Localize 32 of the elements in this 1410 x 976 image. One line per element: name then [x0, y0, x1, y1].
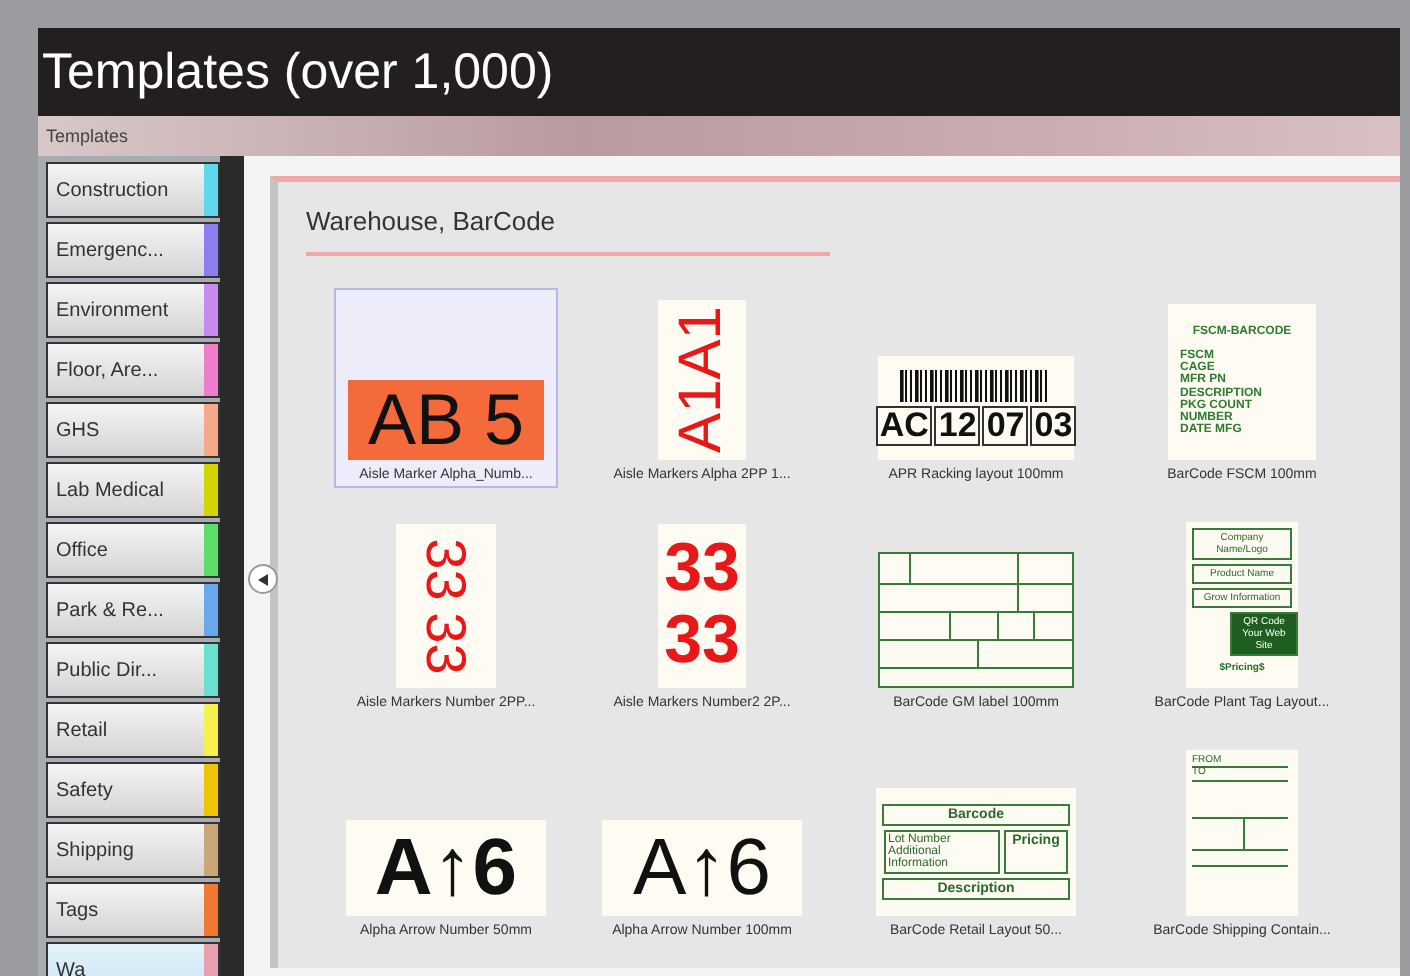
category-button[interactable]: Lab Medical — [46, 462, 220, 518]
label-text: 12 — [934, 406, 981, 446]
category-button[interactable]: Retail — [46, 702, 220, 758]
label-text: 07 — [982, 406, 1029, 446]
label-text: AB 5 — [367, 382, 525, 458]
barcode-icon — [900, 370, 1052, 403]
label-text: 33 — [664, 606, 740, 678]
category-button[interactable]: Park & Re... — [46, 582, 220, 638]
category-button[interactable]: Environment — [46, 282, 220, 338]
label-text: 33 — [664, 534, 740, 606]
category-button[interactable]: Shipping — [46, 822, 220, 878]
category-button[interactable]: Safety — [46, 762, 220, 818]
category-button[interactable]: Wa — [46, 942, 220, 976]
category-button[interactable]: Construction — [46, 162, 220, 218]
category-button[interactable]: GHS — [46, 402, 220, 458]
label-text: A↑6 — [633, 826, 771, 910]
banner-title: Templates (over 1,000) — [38, 28, 1400, 116]
label-text: 33 — [416, 537, 476, 600]
category-button[interactable]: Emergenc... — [46, 222, 220, 278]
category-button[interactable]: Office — [46, 522, 220, 578]
label-text: A↑6 — [374, 826, 518, 910]
category-button[interactable]: Floor, Are... — [46, 342, 220, 398]
collapse-button[interactable] — [248, 564, 278, 594]
category-button[interactable]: Tags — [46, 882, 220, 938]
triangle-left-icon — [258, 573, 268, 585]
group-title: Warehouse, BarCode — [306, 194, 830, 256]
category-button[interactable]: Public Dir... — [46, 642, 220, 698]
label-text: 33 — [416, 612, 476, 675]
window-title: Templates — [38, 116, 1400, 156]
label-text: AC — [875, 406, 933, 446]
label-text: A1A1 — [670, 306, 734, 454]
label-text: 03 — [1030, 406, 1077, 446]
